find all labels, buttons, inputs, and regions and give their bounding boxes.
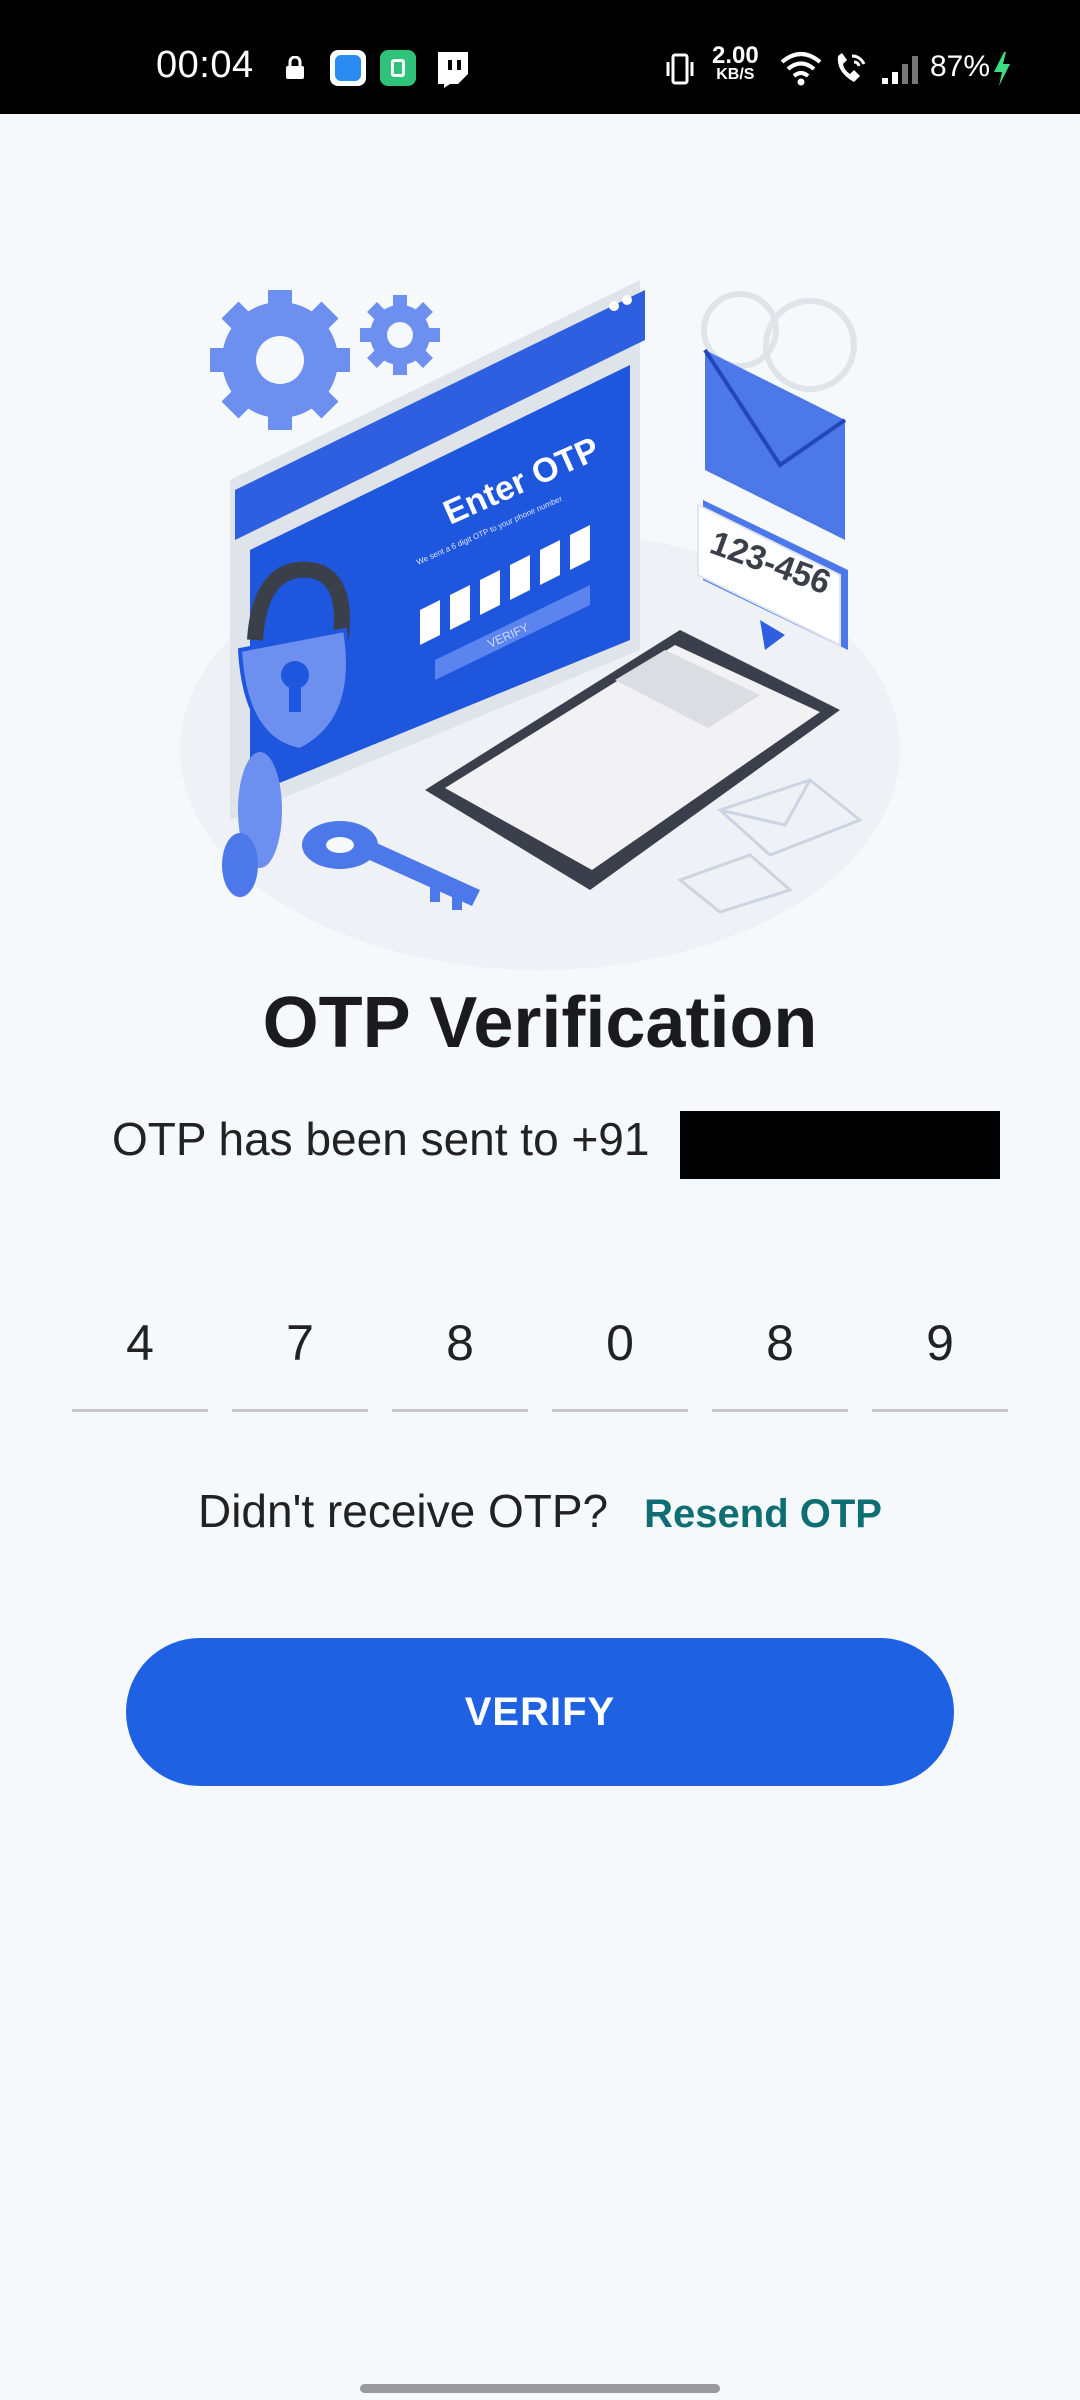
network-speed-unit: KB/S [716, 66, 755, 83]
wifi-icon [780, 52, 822, 86]
otp-digit-value: 8 [766, 1315, 794, 1371]
gear-icon [210, 290, 350, 430]
battery-level: 87% [930, 50, 991, 83]
status-bar: 00:04 2.00 KB/S 87% [0, 0, 1080, 114]
otp-underline [552, 1409, 688, 1412]
signal-icon [882, 56, 918, 84]
otp-underline [392, 1409, 528, 1412]
otp-digit-value: 7 [286, 1315, 314, 1371]
redacted-phone-number [680, 1111, 1000, 1179]
twitch-icon [438, 52, 468, 88]
otp-input-row: 4 7 8 0 8 9 [72, 1300, 1008, 1412]
otp-underline [72, 1409, 208, 1412]
network-speed-value: 2.00 [712, 42, 759, 69]
resend-row: Didn't receive OTP? Resend OTP [0, 1484, 1080, 1538]
lock-icon [286, 56, 304, 79]
resend-question: Didn't receive OTP? [197, 1485, 609, 1537]
otp-underline [232, 1409, 368, 1412]
otp-digit-field[interactable]: 0 [552, 1300, 688, 1412]
otp-digit-field[interactable]: 7 [232, 1300, 368, 1412]
network-speed: 2.00 KB/S [712, 44, 759, 84]
otp-sent-text: OTP has been sent to +91 [112, 1113, 650, 1165]
otp-digit-value: 0 [606, 1315, 634, 1371]
gear-icon [360, 295, 440, 375]
otp-digit-field[interactable]: 8 [392, 1300, 528, 1412]
resend-otp-link[interactable]: Resend OTP [644, 1492, 882, 1536]
otp-illustration: Enter OTP We sent a 6 digit OTP to your … [180, 280, 900, 970]
otp-underline [872, 1409, 1008, 1412]
otp-digit-field[interactable]: 9 [872, 1300, 1008, 1412]
otp-digit-field[interactable]: 4 [72, 1300, 208, 1412]
wifi-call-icon [837, 53, 866, 82]
page-title: OTP Verification [262, 983, 818, 1063]
charging-icon [994, 52, 1010, 86]
otp-digit-value: 8 [446, 1315, 474, 1371]
otp-digit-field[interactable]: 8 [712, 1300, 848, 1412]
verify-button[interactable]: VERIFY [126, 1638, 954, 1786]
vibrate-icon [666, 53, 694, 85]
app-blue-icon [330, 50, 366, 86]
otp-digit-value: 4 [126, 1315, 154, 1371]
app-green-icon [380, 50, 416, 86]
home-indicator[interactable] [360, 2384, 720, 2393]
status-time: 00:04 [156, 44, 254, 86]
otp-digit-value: 9 [926, 1315, 954, 1371]
otp-underline [712, 1409, 848, 1412]
